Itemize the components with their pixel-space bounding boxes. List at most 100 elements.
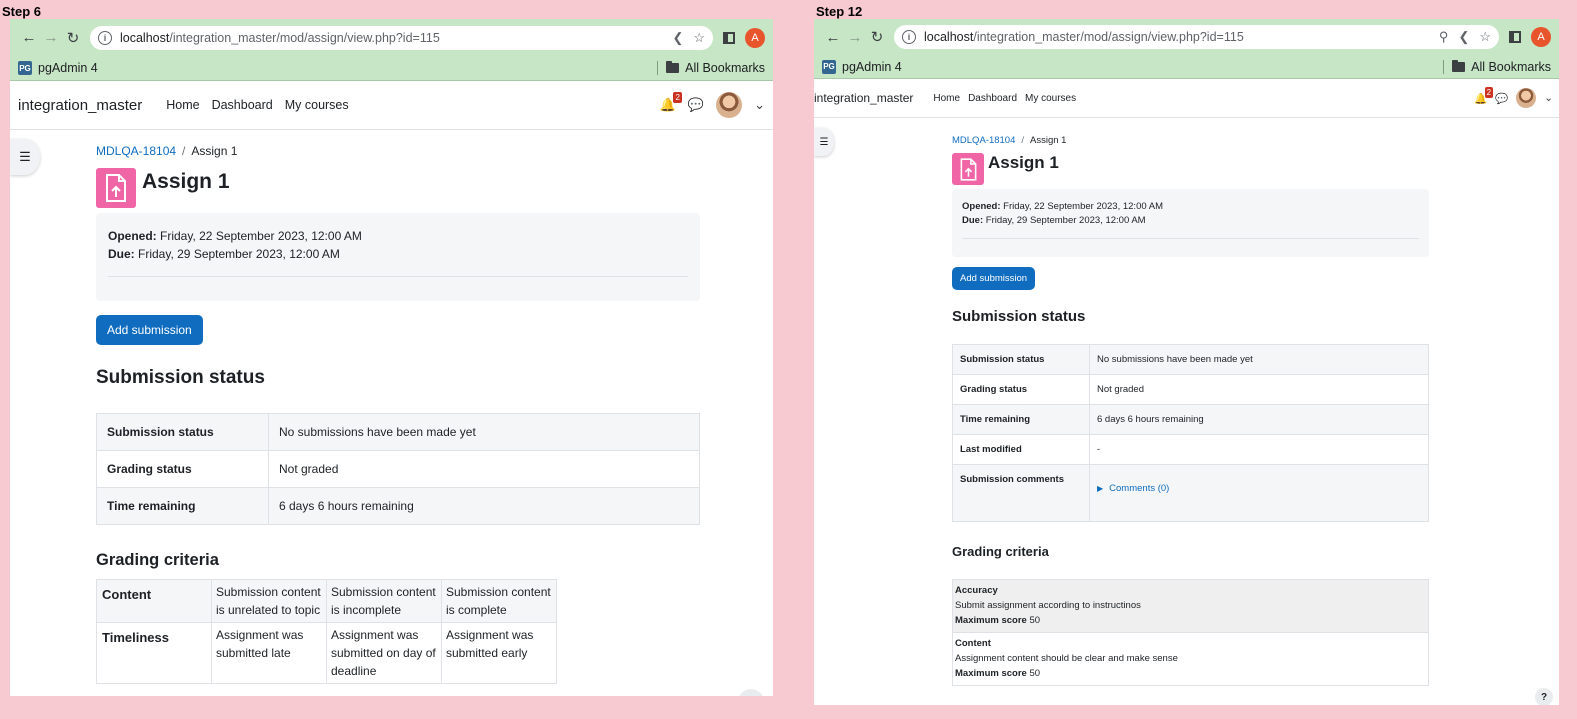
rubric-row: Timeliness Assignment was submitted late… bbox=[96, 622, 557, 684]
due-value: Friday, 29 September 2023, 12:00 AM bbox=[985, 215, 1146, 226]
divider bbox=[962, 238, 1419, 239]
add-submission-button[interactable]: Add submission bbox=[952, 267, 1036, 290]
submission-status-heading: Submission status bbox=[96, 367, 265, 388]
all-bookmarks[interactable]: All Bookmarks bbox=[1443, 59, 1551, 74]
profile-avatar[interactable]: A bbox=[1531, 27, 1551, 47]
menu-dashboard[interactable]: Dashboard bbox=[212, 98, 273, 112]
menu-my-courses[interactable]: My courses bbox=[285, 98, 349, 112]
assign-upload-icon bbox=[96, 168, 136, 208]
breadcrumb-course[interactable]: MDLQA-18104 bbox=[952, 135, 1015, 146]
comments-toggle[interactable]: ▶ Comments (0) bbox=[1097, 483, 1169, 494]
row-label: Submission status bbox=[96, 413, 269, 451]
address-bar[interactable]: i localhost/integration_master/mod/assig… bbox=[90, 25, 713, 50]
notification-badge: 2 bbox=[673, 92, 682, 103]
chat-icon[interactable]: 💬 bbox=[1495, 92, 1508, 105]
all-bookmarks-label: All Bookmarks bbox=[685, 61, 765, 75]
row-label: Submission status bbox=[952, 344, 1090, 375]
back-icon[interactable]: ← bbox=[822, 26, 844, 48]
table-row: Submission status No submissions have bee… bbox=[96, 413, 700, 451]
criterion-name: Content bbox=[955, 638, 991, 649]
side-panel-icon[interactable] bbox=[1509, 31, 1521, 43]
rubric-level: Assignment was submitted on day of deadl… bbox=[326, 622, 442, 684]
assign-upload-icon bbox=[952, 153, 984, 185]
criterion-name: Accuracy bbox=[955, 585, 998, 596]
menu-dashboard[interactable]: Dashboard bbox=[968, 93, 1017, 104]
rubric-table: Content Submission content is unrelated … bbox=[96, 579, 557, 684]
menu-home[interactable]: Home bbox=[933, 93, 960, 104]
bell-icon[interactable]: 🔔 2 bbox=[660, 92, 682, 113]
add-submission-button[interactable]: Add submission bbox=[96, 315, 203, 345]
breadcrumb: MDLQA-18104/Assign 1 bbox=[952, 135, 1067, 146]
row-value: No submissions have been made yet bbox=[1089, 344, 1429, 375]
menu-my-courses[interactable]: My courses bbox=[1025, 93, 1076, 104]
menu-home[interactable]: Home bbox=[166, 98, 199, 112]
table-row: Submission comments ▶ Comments (0) bbox=[952, 464, 1429, 522]
address-bar[interactable]: i localhost/integration_master/mod/assig… bbox=[894, 25, 1499, 49]
info-icon[interactable]: i bbox=[902, 30, 916, 44]
rubric-level: Submission content is unrelated to topic bbox=[211, 579, 327, 623]
help-icon[interactable] bbox=[738, 689, 764, 696]
row-value: Not graded bbox=[1089, 374, 1429, 405]
drawer-list-icon[interactable]: ☰ bbox=[10, 139, 40, 175]
submission-status-table: Submission status No submissions have bee… bbox=[952, 344, 1429, 522]
avatar[interactable] bbox=[716, 92, 743, 118]
breadcrumb-current: Assign 1 bbox=[1030, 135, 1067, 146]
step-label-right: Step 12 bbox=[816, 4, 863, 19]
breadcrumb-course[interactable]: MDLQA-18104 bbox=[96, 144, 176, 158]
row-value: No submissions have been made yet bbox=[268, 413, 700, 451]
row-value-comments: ▶ Comments (0) bbox=[1089, 464, 1429, 522]
browser-toolbar: ← → ↻ i localhost/integration_master/mod… bbox=[814, 19, 1559, 55]
rubric-level: Submission content is incomplete bbox=[326, 579, 442, 623]
pgadmin-icon: PG bbox=[18, 61, 32, 75]
bell-icon[interactable]: 🔔 2 bbox=[1474, 86, 1494, 105]
profile-avatar[interactable]: A bbox=[745, 27, 765, 48]
grading-criteria-heading: Grading criteria bbox=[96, 551, 219, 569]
rubric-criterion: Content bbox=[96, 579, 212, 623]
zoom-icon[interactable]: ⚲ bbox=[1439, 29, 1449, 45]
bookmark-pgadmin[interactable]: pgAdmin 4 bbox=[842, 60, 902, 74]
marking-guide: Accuracy Submit assignment according to … bbox=[952, 579, 1429, 686]
url-path: /integration_master/mod/assign/view.php?… bbox=[169, 30, 440, 45]
table-row: Grading status Not graded bbox=[96, 450, 700, 488]
share-icon[interactable]: ❮ bbox=[672, 30, 683, 46]
forward-icon[interactable]: → bbox=[40, 27, 62, 49]
criterion-description: Assignment content should be clear and m… bbox=[955, 653, 1178, 664]
primary-menu: Home Dashboard My courses bbox=[166, 98, 348, 112]
row-value: 6 days 6 hours remaining bbox=[1089, 404, 1429, 435]
reload-icon[interactable]: ↻ bbox=[866, 26, 888, 48]
side-panel-icon[interactable] bbox=[723, 31, 735, 44]
forward-icon[interactable]: → bbox=[844, 26, 866, 48]
share-icon[interactable]: ❮ bbox=[1458, 29, 1469, 45]
table-row: Last modified - bbox=[952, 434, 1429, 465]
page-title: Assign 1 bbox=[142, 170, 230, 193]
folder-icon bbox=[1452, 59, 1466, 72]
drawer-list-icon[interactable]: ☰ bbox=[814, 128, 834, 156]
site-name[interactable]: integration_master bbox=[18, 97, 142, 114]
all-bookmarks[interactable]: All Bookmarks bbox=[657, 61, 765, 75]
reload-icon[interactable]: ↻ bbox=[62, 27, 84, 49]
row-label: Submission comments bbox=[952, 464, 1090, 522]
submission-status-heading: Submission status bbox=[952, 308, 1086, 325]
avatar[interactable] bbox=[1516, 88, 1537, 108]
star-icon[interactable]: ☆ bbox=[693, 30, 705, 46]
row-label: Time remaining bbox=[96, 487, 269, 525]
row-value: Not graded bbox=[268, 450, 700, 488]
max-score-value: 50 bbox=[1029, 668, 1041, 679]
bookmarks-bar: PG pgAdmin 4 All Bookmarks bbox=[10, 56, 773, 81]
breadcrumb: MDLQA-18104/Assign 1 bbox=[96, 144, 238, 158]
browser-window-right: ← → ↻ i localhost/integration_master/mod… bbox=[814, 19, 1559, 705]
bookmark-pgadmin[interactable]: pgAdmin 4 bbox=[38, 61, 98, 75]
table-row: Time remaining 6 days 6 hours remaining bbox=[96, 487, 700, 525]
moodle-navbar: integration_master Home Dashboard My cou… bbox=[814, 79, 1559, 118]
main-content: MDLQA-18104/Assign 1 Assign 1 Opened: Fr… bbox=[96, 144, 700, 684]
site-name[interactable]: integration_master bbox=[814, 91, 913, 105]
main-content: MDLQA-18104/Assign 1 Assign 1 Opened: Fr… bbox=[952, 135, 1429, 686]
chevron-down-icon[interactable]: ⌄ bbox=[1544, 92, 1553, 104]
chevron-down-icon[interactable]: ⌄ bbox=[754, 97, 765, 113]
help-icon[interactable]: ? bbox=[1535, 688, 1553, 705]
star-icon[interactable]: ☆ bbox=[1479, 29, 1491, 45]
chat-icon[interactable]: 💬 bbox=[688, 97, 704, 113]
rubric-level: Assignment was submitted early bbox=[441, 622, 557, 684]
info-icon[interactable]: i bbox=[98, 30, 112, 45]
back-icon[interactable]: ← bbox=[18, 27, 40, 49]
